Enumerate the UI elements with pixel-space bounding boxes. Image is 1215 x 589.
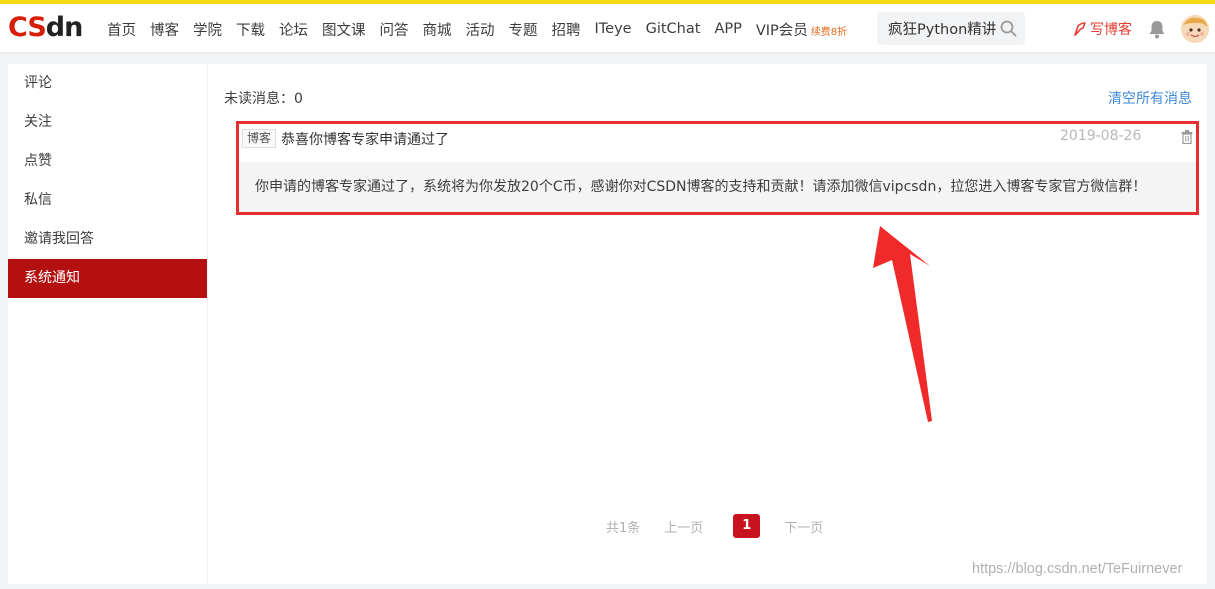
main-nav: 首页 博客 学院 下载 论坛 图文课 问答 商城 活动 专题 招聘 ITeye … — [100, 8, 854, 50]
message-category-badge: 博客 — [242, 129, 277, 148]
nav-item-app[interactable]: APP — [714, 21, 741, 37]
nav-item-course[interactable]: 图文课 — [322, 19, 366, 40]
main-panel: 未读消息：0 清空所有消息 博客 恭喜你博客专家申请通过了 2019-08-26… — [208, 64, 1207, 584]
bell-icon[interactable] — [1148, 19, 1166, 39]
avatar[interactable] — [1181, 15, 1209, 43]
sidebar-item-likes[interactable]: 点赞 — [8, 142, 207, 181]
sidebar-item-invitations[interactable]: 邀请我回答 — [8, 220, 207, 259]
pagination-next-button[interactable]: 下一页 — [784, 517, 823, 536]
write-blog-button[interactable]: 写博客 — [1072, 19, 1132, 39]
unread-count: 未读消息：0 — [224, 91, 303, 107]
nav-item-vip[interactable]: VIP会员 续费8折 — [756, 19, 847, 40]
search-box[interactable] — [877, 12, 1025, 45]
message-header: 博客 恭喜你博客专家申请通过了 2019-08-26 — [238, 122, 1198, 162]
clear-all-button[interactable]: 清空所有消息 — [1108, 88, 1192, 108]
nav-item-topics[interactable]: 专题 — [509, 19, 538, 40]
search-icon[interactable] — [1000, 20, 1017, 37]
nav-item-jobs[interactable]: 招聘 — [552, 19, 581, 40]
watermark: https://blog.csdn.net/TeFuirnever — [972, 561, 1183, 577]
notification-sidebar: 评论 关注 点赞 私信 邀请我回答 系统通知 — [8, 64, 207, 584]
search-input[interactable] — [888, 20, 998, 37]
message-body: 你申请的博客专家通过了，系统将为你发放20个C币，感谢你对CSDN博客的支持和贡… — [238, 162, 1198, 212]
sidebar-item-messages[interactable]: 私信 — [8, 181, 207, 220]
message-item: 博客 恭喜你博客专家申请通过了 2019-08-26 你申请的博客专家通过了，系… — [238, 122, 1198, 214]
pagination-total: 共1条 — [606, 520, 641, 536]
nav-item-download[interactable]: 下载 — [236, 19, 265, 40]
csdn-logo[interactable]: CS dn — [8, 11, 84, 43]
top-navbar: CS dn 首页 博客 学院 下载 论坛 图文课 问答 商城 活动 专题 招聘 … — [0, 0, 1215, 52]
sidebar-item-follows[interactable]: 关注 — [8, 103, 207, 142]
nav-item-home[interactable]: 首页 — [107, 19, 136, 40]
pagination-prev-button[interactable]: 上一页 — [664, 517, 703, 536]
write-blog-label: 写博客 — [1090, 22, 1132, 38]
nav-item-forum[interactable]: 论坛 — [279, 19, 308, 40]
message-title[interactable]: 恭喜你博客专家申请通过了 — [281, 129, 449, 149]
logo-text: CS — [8, 11, 47, 43]
nav-item-events[interactable]: 活动 — [466, 19, 495, 40]
trash-icon[interactable] — [1181, 130, 1193, 144]
pagination-current-page[interactable]: 1 — [733, 514, 761, 538]
nav-item-academy[interactable]: 学院 — [193, 19, 222, 40]
vip-discount-badge: 续费8折 — [810, 26, 848, 38]
nav-item-mall[interactable]: 商城 — [423, 19, 452, 40]
sidebar-item-system-notices[interactable]: 系统通知 — [8, 259, 207, 298]
logo-text-dark: dn — [45, 11, 84, 43]
nav-item-blog[interactable]: 博客 — [150, 19, 179, 40]
pagination: 共1条 上一页 1 下一页 — [606, 514, 823, 538]
sidebar-item-comments[interactable]: 评论 — [8, 64, 207, 103]
nav-item-gitchat[interactable]: GitChat — [646, 21, 701, 37]
vip-label: VIP会员 — [755, 22, 808, 39]
nav-item-qa[interactable]: 问答 — [380, 19, 409, 40]
pen-icon — [1074, 21, 1086, 36]
message-date: 2019-08-26 — [1060, 128, 1142, 144]
avatar-image — [1181, 15, 1209, 43]
nav-item-iteye[interactable]: ITeye — [595, 21, 632, 37]
